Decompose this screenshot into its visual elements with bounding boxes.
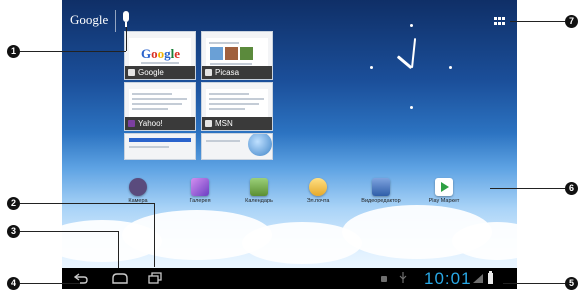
callout-3: 3 <box>7 225 20 238</box>
callout-line <box>20 203 154 204</box>
play-triangle <box>441 182 449 192</box>
favicon-icon <box>205 120 212 127</box>
dock-app-email[interactable]: Эл.почта <box>293 178 343 204</box>
dock-app-video-editor[interactable]: Видеоредактор <box>356 178 406 204</box>
text-line <box>209 108 245 110</box>
calendar-icon <box>250 178 268 196</box>
clock-mark <box>410 106 413 109</box>
callout-line <box>490 188 565 189</box>
callout-line <box>510 21 565 22</box>
photo-thumb <box>240 47 253 60</box>
text-line <box>129 146 169 148</box>
callout-1: 1 <box>7 45 20 58</box>
callout-4: 4 <box>7 277 20 290</box>
page-header-strip <box>129 138 191 142</box>
dock-app-label: Эл.почта <box>306 198 330 204</box>
clock-mark <box>449 66 452 69</box>
thumbnail-title: MSN <box>215 119 233 128</box>
thumbnail-title-bar: MSN <box>202 117 272 130</box>
favicon-icon <box>128 120 135 127</box>
battery-icon <box>488 271 493 284</box>
android-home-screen: Google Google Google Picasa Yahoo! MSN К… <box>62 0 517 289</box>
dock-app-calendar[interactable]: Календарь <box>234 178 284 204</box>
browser-thumbnail-partial[interactable] <box>201 133 273 160</box>
home-icon[interactable] <box>112 273 128 284</box>
search-divider <box>115 10 116 32</box>
all-apps-grid-icon[interactable] <box>494 17 506 25</box>
camera-icon <box>129 178 147 196</box>
callout-6: 6 <box>565 182 578 195</box>
thumbnail-title-bar: Picasa <box>202 66 272 79</box>
browser-thumbnail-msn[interactable]: MSN <box>201 82 273 131</box>
google-search-label[interactable]: Google <box>70 12 108 28</box>
dock-app-label: Календарь <box>245 198 273 204</box>
clapperboard-icon <box>372 178 390 196</box>
dock-app-label: Видеоредактор <box>361 198 401 204</box>
page-preview: Google <box>129 38 191 68</box>
photo-thumb <box>210 47 223 60</box>
callout-line <box>20 231 118 232</box>
minute-hand <box>411 38 417 69</box>
text-line <box>132 108 168 110</box>
thumbnail-title: Picasa <box>215 68 240 77</box>
callout-line <box>126 27 127 51</box>
favicon-icon <box>128 69 135 76</box>
google-logo: Google <box>141 46 181 61</box>
text-line <box>209 42 239 44</box>
favicon-icon <box>205 69 212 76</box>
page-preview <box>206 38 268 68</box>
callout-line <box>118 231 119 268</box>
voice-search-mic-icon[interactable] <box>123 11 129 27</box>
text-line <box>210 63 252 65</box>
dock-app-label: Play Маркет <box>428 198 460 204</box>
page-preview <box>129 89 191 119</box>
page-preview <box>206 89 268 119</box>
browser-thumbnail-google[interactable]: Google Google <box>124 31 196 80</box>
globe-icon <box>248 134 272 156</box>
text-line <box>132 103 182 105</box>
signal-icon <box>473 274 483 283</box>
email-icon <box>309 178 327 196</box>
callout-line <box>154 203 155 267</box>
browser-thumbnail-yahoo[interactable]: Yahoo! <box>124 82 196 131</box>
callout-line <box>20 283 80 284</box>
dock-app-label: Галерея <box>189 198 211 204</box>
thumbnail-title-bar: Yahoo! <box>125 117 195 130</box>
dock-app-gallery[interactable]: Галерея <box>175 178 225 204</box>
browser-thumbnail-picasa[interactable]: Picasa <box>201 31 273 80</box>
photo-thumb <box>225 47 238 60</box>
callout-7: 7 <box>565 15 578 28</box>
text-line <box>209 103 259 105</box>
analog-clock-widget[interactable] <box>370 24 452 110</box>
debug-android-icon <box>381 276 387 282</box>
recent-apps-icon[interactable] <box>148 272 162 284</box>
play-store-icon <box>435 178 453 196</box>
thumbnail-title-bar: Google <box>125 66 195 79</box>
clock-mark <box>370 66 373 69</box>
dock-app-camera[interactable]: Камера <box>113 178 163 204</box>
dock-app-play-market[interactable]: Play Маркет <box>419 178 469 204</box>
callout-line <box>20 51 126 52</box>
callout-5: 5 <box>565 277 578 290</box>
hour-hand <box>396 55 413 70</box>
thumbnail-title: Google <box>138 68 164 77</box>
system-bar: 10:01 <box>62 268 517 289</box>
search-box-preview <box>141 62 179 64</box>
text-line <box>209 93 249 95</box>
status-time[interactable]: 10:01 <box>424 268 472 289</box>
browser-thumbnail-partial[interactable] <box>124 133 196 160</box>
cloud <box>452 222 517 260</box>
text-line <box>132 93 172 95</box>
callout-2: 2 <box>7 197 20 210</box>
callout-line <box>503 283 565 284</box>
gallery-icon <box>191 178 209 196</box>
text-line <box>209 98 264 100</box>
thumbnail-title: Yahoo! <box>138 119 163 128</box>
text-line <box>132 98 187 100</box>
text-line <box>206 140 240 142</box>
clock-mark <box>410 24 413 27</box>
usb-icon <box>399 272 407 283</box>
